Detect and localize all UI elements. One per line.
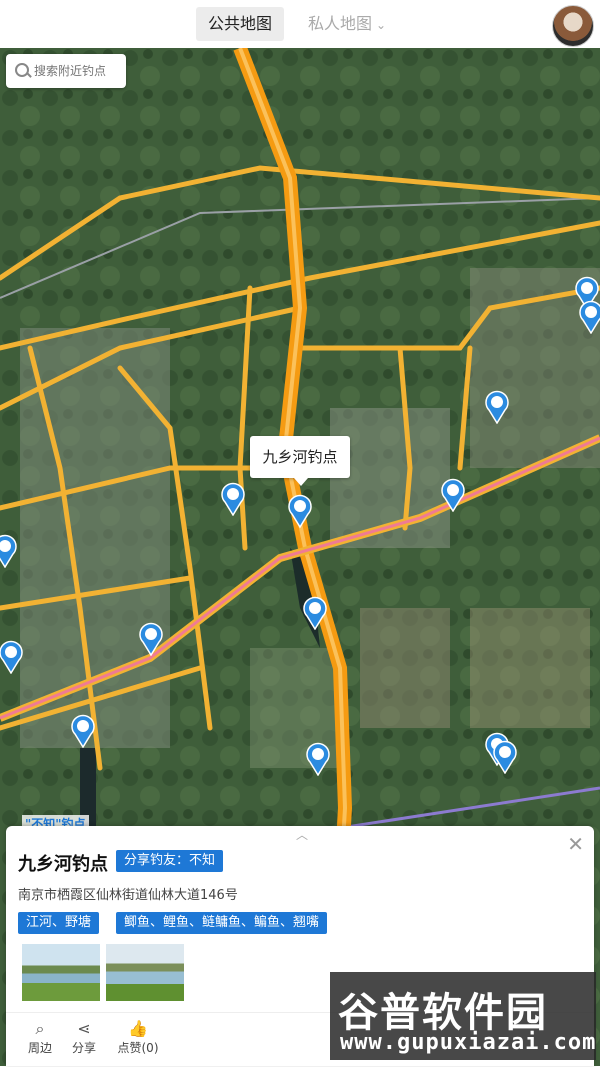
like-button[interactable]: 👍 点赞(0): [114, 1019, 162, 1056]
tab-private-map-label: 私人地图: [308, 14, 373, 33]
spot-address: 南京市栖霞区仙林街道仙林大道146号: [18, 888, 238, 903]
search-icon: ⌕: [35, 1019, 45, 1038]
watermark-url: www.gupuxiazai.com: [340, 1030, 597, 1055]
share-button[interactable]: ⋖ 分享: [64, 1019, 104, 1056]
share-label: 分享: [71, 1041, 96, 1055]
fish-species-tag: 鲫鱼、鲤鱼、鲢鳙鱼、鳊鱼、翘嘴: [116, 912, 328, 934]
nearby-label: 周边: [27, 1041, 52, 1055]
collapse-icon[interactable]: ︿: [292, 826, 312, 843]
spot-callout[interactable]: 九乡河钓点: [250, 436, 350, 486]
fishing-spot-pin[interactable]: [578, 300, 600, 334]
search-box[interactable]: [6, 54, 126, 88]
search-icon: [14, 62, 29, 80]
fishing-spot-pin[interactable]: [138, 622, 164, 656]
search-input[interactable]: [32, 63, 126, 79]
share-icon: ⋖: [77, 1019, 91, 1038]
thumb-up-icon: 👍: [128, 1019, 148, 1038]
nearby-button[interactable]: ⌕ 周边: [20, 1019, 60, 1056]
tab-private-map[interactable]: 私人地图 ⌄: [296, 7, 398, 41]
share-friend-badge[interactable]: 分享钓友：不知: [116, 850, 224, 872]
fishing-spot-pin[interactable]: [70, 714, 96, 748]
water-type-tag: 江河、野塘: [18, 912, 100, 934]
chevron-down-icon: ⌄: [376, 18, 387, 32]
spot-photo[interactable]: [106, 944, 184, 1001]
fishing-spot-pin[interactable]: [0, 640, 24, 674]
avatar[interactable]: [552, 5, 594, 47]
spot-photo[interactable]: [22, 944, 100, 1001]
fishing-spot-pin[interactable]: [492, 740, 518, 774]
fishing-spot-pin[interactable]: [220, 482, 246, 516]
tab-public-map-label: 公共地图: [208, 14, 273, 33]
close-icon[interactable]: ✕: [567, 832, 584, 856]
like-label: 点赞(0): [117, 1041, 159, 1055]
tab-public-map[interactable]: 公共地图: [196, 7, 285, 41]
fishing-spot-pin[interactable]: [305, 742, 331, 776]
selected-fishing-spot-pin[interactable]: [287, 494, 313, 528]
fishing-spot-pin[interactable]: [484, 390, 510, 424]
fishing-spot-pin[interactable]: [0, 534, 18, 568]
fishing-spot-pin[interactable]: [302, 596, 328, 630]
watermark-logo: 谷普软件园 www.gupuxiazai.com: [330, 972, 596, 1060]
spot-title: 九乡河钓点: [18, 854, 108, 875]
top-bar: 公共地图 私人地图 ⌄: [0, 0, 600, 48]
fishing-spot-pin[interactable]: [440, 478, 466, 512]
